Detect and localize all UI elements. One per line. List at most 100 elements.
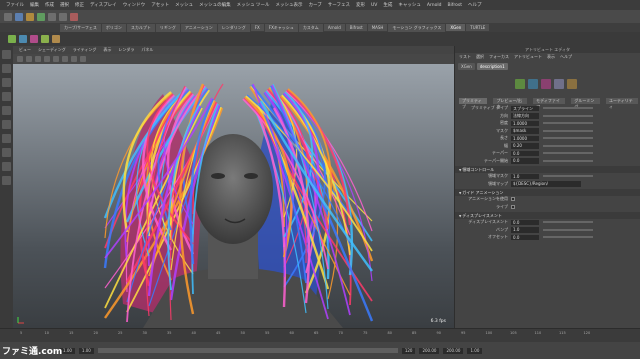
panel-menu-item[interactable]: 選択 [476,54,484,60]
layout-four-icon[interactable] [2,148,11,157]
attribute-slider[interactable] [543,175,593,178]
viewport-menu-item[interactable]: パネル [141,47,153,53]
viewport-menu-item[interactable]: 表示 [103,47,111,53]
attribute-slider[interactable] [543,137,593,140]
shelf-tab[interactable]: FX [250,24,264,31]
attribute-slider[interactable] [543,122,593,125]
attribute-value-field[interactable]: ${DESC}/Region/ [511,181,581,187]
attribute-value-field[interactable]: 1.0 [511,227,539,233]
attribute-slider[interactable] [543,129,593,132]
render-icon[interactable] [70,12,78,21]
animation-end-field[interactable]: 200.00 [443,347,464,354]
preview-icon[interactable] [52,35,60,43]
description-tab[interactable]: グルーミング [571,98,600,109]
edit-guide-icon[interactable] [528,79,538,89]
menu-item[interactable]: 編集 [30,2,39,8]
menu-item[interactable]: メッシュの編集 [199,2,231,8]
time-slider[interactable]: 5 10 15 20 25 30 35 40 45 50 55 60 65 70 75 80 85 90 95 100… [0,328,640,342]
current-frame-field[interactable]: 1.00 [467,347,483,354]
attribute-value-field[interactable]: スプライン [511,105,539,111]
rotate-tool-icon[interactable] [2,106,11,115]
move-tool-icon[interactable] [2,92,11,101]
shelf-tab[interactable]: リギング [155,23,180,32]
shelf-tab[interactable]: アニメーション [180,23,217,32]
attribute-value-field[interactable]: 0.0 [511,150,539,156]
playback-start-field[interactable]: 1.00 [78,347,94,354]
attribute-value-field[interactable]: 0.20 [511,143,539,149]
attribute-slider[interactable] [543,159,593,162]
attribute-value-field[interactable]: 0.0 [511,158,539,164]
attribute-slider[interactable] [543,228,593,231]
shelf-tab[interactable]: スカルプト [126,23,155,32]
lasso-tool-icon[interactable] [2,64,11,73]
attribute-checkbox[interactable] [511,197,515,202]
menu-item[interactable]: 選択 [60,2,69,8]
textured-icon[interactable] [53,56,59,62]
attribute-slider[interactable] [543,152,593,155]
node-tab[interactable]: XGen [458,62,475,70]
isolate-icon[interactable] [80,56,86,62]
attribute-slider[interactable] [543,114,593,117]
node-tab[interactable]: description1 [476,62,508,70]
shelf-tab[interactable]: TURTLE [466,24,490,31]
viewport-menu-item[interactable]: シェーディング [38,47,66,53]
attribute-value-field[interactable]: 法線方向 [511,113,539,119]
xgen-editor-icon[interactable] [8,35,16,43]
open-scene-icon[interactable] [26,12,34,21]
shelf-tab[interactable]: Arnold [323,24,345,31]
create-description-icon[interactable] [19,35,27,43]
grid-icon[interactable] [26,56,32,62]
new-scene-icon[interactable] [15,12,23,21]
outliner-layout-icon[interactable] [2,176,11,185]
description-tab[interactable]: プレビュー/出力 [493,98,528,109]
description-tab[interactable]: ユーティリティ [606,98,638,109]
panel-menu-item[interactable]: ヘルプ [560,54,572,60]
attribute-value-field[interactable]: 0.0 [511,234,539,240]
description-tab[interactable]: モディファイア [533,98,566,109]
brush-icon[interactable] [41,35,49,43]
menu-item[interactable]: カーブ [309,2,322,8]
camera-icon[interactable] [17,56,23,62]
wireframe-icon[interactable] [35,56,41,62]
refresh-icon[interactable] [567,79,577,89]
attribute-value-field[interactable]: $mask [511,128,539,134]
mode-selector-icon[interactable] [4,12,12,21]
panel-menu-item[interactable]: リスト [459,54,471,60]
scale-tool-icon[interactable] [2,120,11,129]
shelf-tab[interactable]: XGen [446,24,466,31]
shelf-tab[interactable]: カスタム [298,23,323,32]
attribute-value-field[interactable]: 1.0 [511,173,539,179]
section-region-control[interactable]: 領域コントロール [455,165,640,173]
menu-item[interactable]: アセット [151,2,169,8]
menu-item[interactable]: キャッシュ [398,2,421,8]
viewport-menu-item[interactable]: レンダラ [118,47,134,53]
shelf-tab[interactable]: レンダリング [217,23,250,32]
menu-item[interactable]: ファイル [6,2,24,8]
viewport-menu-item[interactable]: ビュー [19,47,31,53]
shelf-tab[interactable]: カーブ/サーフェス [60,23,101,32]
attribute-slider[interactable] [543,107,593,110]
menu-item[interactable]: Bifrost [447,3,462,8]
attribute-value-field[interactable]: 1.0000 [511,135,539,141]
smooth-shade-icon[interactable] [44,56,50,62]
panel-menu-item[interactable]: 表示 [547,54,555,60]
menu-item[interactable]: ウィンドウ [123,2,146,8]
menu-item[interactable]: 変形 [356,2,365,8]
create-guide-icon[interactable] [515,79,525,89]
menu-item[interactable]: Arnold [427,3,442,8]
description-tab[interactable]: プリミティブ [459,98,488,109]
redo-icon[interactable] [59,12,67,21]
panel-menu-item[interactable]: フォーカス [489,54,509,60]
select-tool-icon[interactable] [2,50,11,59]
shelf-tab[interactable]: MASH [367,24,388,31]
section-guide-animation[interactable]: ガイド アニメーション [455,188,640,196]
playback-end-field[interactable]: 120 [401,347,416,354]
range-bar[interactable] [97,348,398,353]
menu-item[interactable]: 作成 [45,2,54,8]
save-scene-icon[interactable] [37,12,45,21]
undo-icon[interactable] [48,12,56,21]
menu-item[interactable]: ディスプレイ [90,2,117,8]
menu-item[interactable]: 生成 [383,2,392,8]
attribute-value-field[interactable]: 0.0 [511,219,539,225]
menu-item[interactable]: UV [371,3,377,8]
